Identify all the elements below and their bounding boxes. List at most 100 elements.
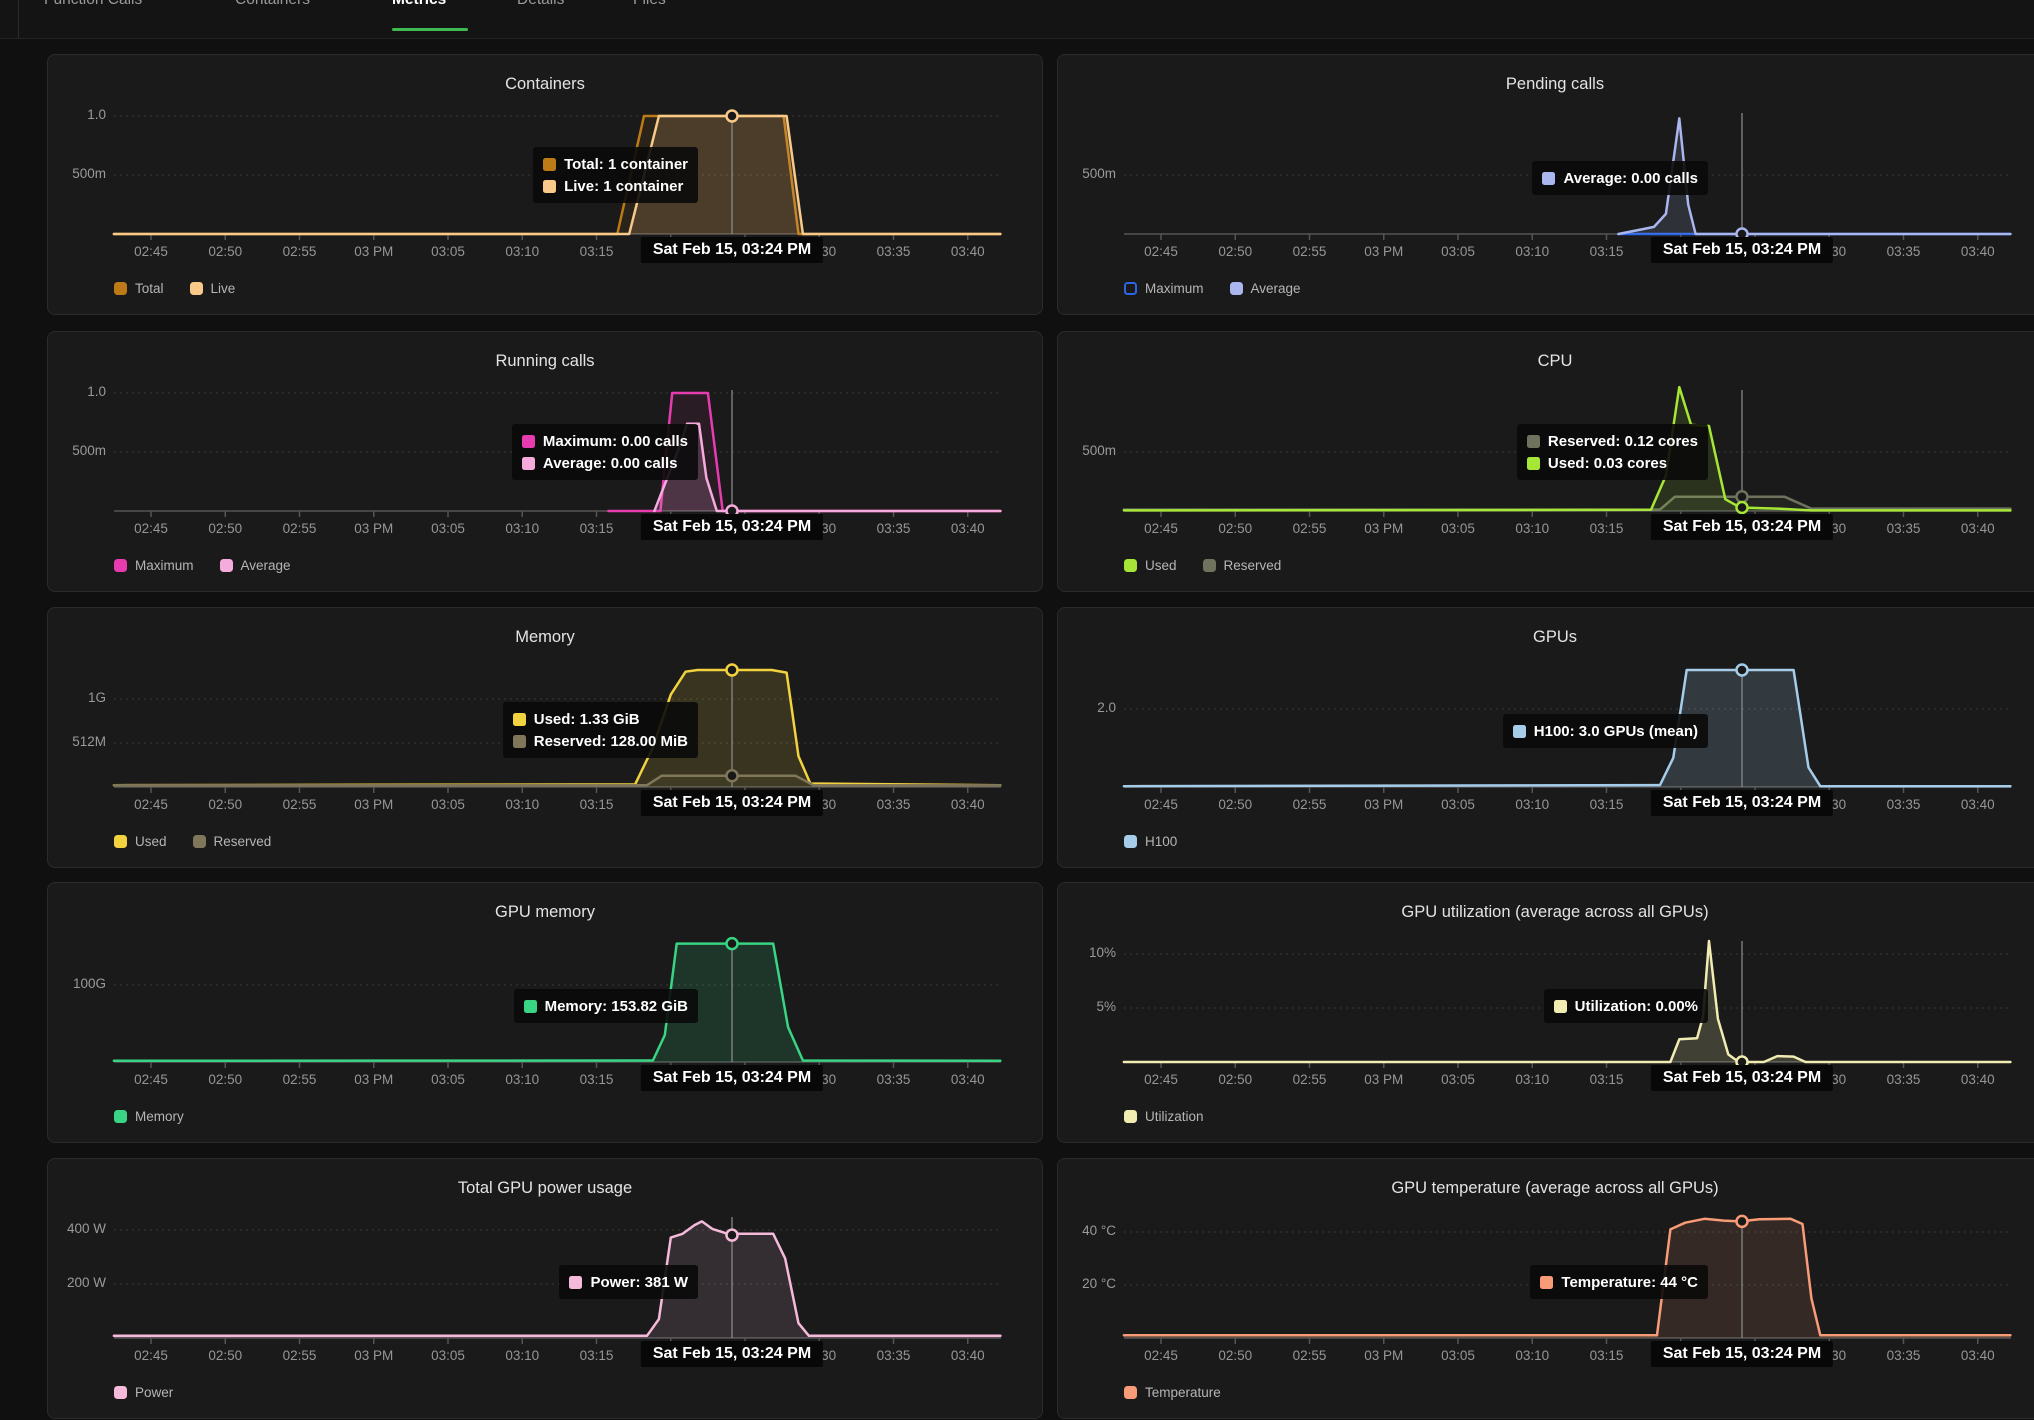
chart-card-cpu: CPU500m02:4502:5002:5503 PM03:0503:1003:… [1057, 331, 2034, 592]
crosshair-date-tooltip: Sat Feb 15, 03:24 PM [1651, 237, 1833, 263]
x-axis-label: 02:50 [208, 797, 242, 812]
tooltip-swatch [513, 713, 526, 726]
x-axis-label: 03:10 [505, 1348, 539, 1363]
tab-files[interactable]: Files [633, 0, 666, 9]
x-axis-label: 02:50 [1218, 797, 1252, 812]
legend-swatch [1124, 282, 1137, 295]
legend-swatch [1230, 282, 1243, 295]
legend-item-memory[interactable]: Memory [114, 1109, 184, 1124]
x-axis-label: 03:35 [877, 1072, 911, 1087]
tooltip-swatch [569, 1276, 582, 1289]
tooltip-text: Power: 381 W [590, 1274, 688, 1291]
x-axis-label: 03:10 [1515, 244, 1549, 259]
chart-card-gpu-memory: GPU memory100G02:4502:5002:5503 PM03:050… [47, 882, 1043, 1143]
tooltip-row: Power: 381 W [569, 1271, 688, 1293]
x-axis-label: 03:15 [580, 521, 614, 536]
legend-item-total[interactable]: Total [114, 281, 164, 296]
tooltip-text: Used: 0.03 cores [1548, 455, 1667, 472]
chart-legend: Maximum Average [114, 558, 291, 573]
legend-item-power[interactable]: Power [114, 1385, 173, 1400]
crosshair-marker [727, 1230, 738, 1241]
x-axis-label: 03:05 [431, 1348, 465, 1363]
chart-tooltip: Utilization: 0.00% [1544, 989, 1708, 1023]
x-axis-label: 02:50 [208, 244, 242, 259]
legend-label: Average [241, 558, 291, 573]
tooltip-row: Memory: 153.82 GiB [524, 995, 688, 1017]
tab-details[interactable]: Details [517, 0, 564, 9]
y-axis-label: 1G [48, 690, 106, 705]
crosshair-marker [1737, 502, 1748, 513]
legend-item-used[interactable]: Used [114, 834, 167, 849]
tab-containers[interactable]: Containers [235, 0, 310, 9]
x-axis-label: 03:40 [1961, 521, 1995, 536]
x-axis-label: 03 PM [354, 244, 393, 259]
legend-item-reserved[interactable]: Reserved [193, 834, 272, 849]
y-axis-label: 400 W [48, 1221, 106, 1236]
tooltip-swatch [1554, 1000, 1567, 1013]
y-axis-label: 1.0 [48, 107, 106, 122]
tooltip-row: Used: 1.33 GiB [513, 708, 688, 730]
legend-item-maximum[interactable]: Maximum [1124, 281, 1204, 296]
chart-plot[interactable] [48, 1159, 1044, 1420]
x-axis-label: 02:45 [134, 244, 168, 259]
tooltip-text: Used: 1.33 GiB [534, 711, 640, 728]
legend-item-used[interactable]: Used [1124, 558, 1177, 573]
tooltip-text: Total: 1 container [564, 156, 688, 173]
legend-swatch [114, 1110, 127, 1123]
tooltip-text: Live: 1 container [564, 178, 683, 195]
x-axis-label: 02:55 [283, 1072, 317, 1087]
legend-swatch [114, 559, 127, 572]
legend-item-average[interactable]: Average [220, 558, 291, 573]
tooltip-text: Temperature: 44 °C [1561, 1274, 1698, 1291]
tooltip-row: Temperature: 44 °C [1540, 1271, 1698, 1293]
x-axis-label: 03:15 [1590, 797, 1624, 812]
legend-swatch [220, 559, 233, 572]
tooltip-text: Memory: 153.82 GiB [545, 998, 688, 1015]
x-axis-label: 03:10 [1515, 1072, 1549, 1087]
tooltip-text: Reserved: 128.00 MiB [534, 733, 688, 750]
legend-swatch [1124, 1110, 1137, 1123]
x-axis-label: 03:15 [580, 1072, 614, 1087]
chart-card-pending-calls: Pending calls500m02:4502:5002:5503 PM03:… [1057, 54, 2034, 315]
x-axis-label: 03 PM [1364, 521, 1403, 536]
x-axis-label: 02:55 [1293, 1072, 1327, 1087]
tooltip-swatch [513, 735, 526, 748]
legend-item-temperature[interactable]: Temperature [1124, 1385, 1221, 1400]
x-axis-label: 03:10 [505, 521, 539, 536]
x-axis-label: 03:05 [431, 1072, 465, 1087]
x-axis-label: 02:55 [283, 797, 317, 812]
x-axis-label: 02:45 [1144, 244, 1178, 259]
legend-item-maximum[interactable]: Maximum [114, 558, 194, 573]
legend-item-live[interactable]: Live [190, 281, 236, 296]
chart-legend: Used Reserved [114, 834, 271, 849]
legend-item-h100[interactable]: H100 [1124, 834, 1177, 849]
legend-label: Utilization [1145, 1109, 1204, 1124]
y-axis-label: 100G [48, 976, 106, 991]
x-axis-label: 02:50 [208, 1348, 242, 1363]
legend-label: Memory [135, 1109, 184, 1124]
legend-item-reserved[interactable]: Reserved [1203, 558, 1282, 573]
chart-card-gpus: GPUs2.002:4502:5002:5503 PM03:0503:1003:… [1057, 607, 2034, 868]
crosshair-date-tooltip: Sat Feb 15, 03:24 PM [641, 790, 823, 816]
chart-card-memory: Memory1G512M02:4502:5002:5503 PM03:0503:… [47, 607, 1043, 868]
chart-card-gpu-power: Total GPU power usage400 W200 W02:4502:5… [47, 1158, 1043, 1419]
legend-item-utilization[interactable]: Utilization [1124, 1109, 1204, 1124]
legend-swatch [1203, 559, 1216, 572]
x-axis-label: 03 PM [354, 1348, 393, 1363]
y-axis-label: 40 °C [1058, 1223, 1116, 1238]
tab-metrics[interactable]: Metrics [392, 0, 446, 9]
x-axis-label: 03:40 [951, 521, 985, 536]
x-axis-label: 03 PM [1364, 1348, 1403, 1363]
crosshair-date-tooltip: Sat Feb 15, 03:24 PM [641, 1341, 823, 1367]
tooltip-swatch [522, 435, 535, 448]
crosshair-marker [1737, 665, 1748, 676]
x-axis-label: 03:40 [1961, 1072, 1995, 1087]
y-axis-label: 500m [48, 443, 106, 458]
legend-item-average[interactable]: Average [1230, 281, 1301, 296]
x-axis-label: 02:55 [1293, 244, 1327, 259]
chart-tooltip: Used: 1.33 GiB Reserved: 128.00 MiB [503, 702, 698, 758]
chart-legend: Utilization [1124, 1109, 1204, 1124]
x-axis-label: 03 PM [354, 521, 393, 536]
tab-function-calls[interactable]: Function Calls [44, 0, 142, 9]
y-axis-label: 500m [48, 166, 106, 181]
